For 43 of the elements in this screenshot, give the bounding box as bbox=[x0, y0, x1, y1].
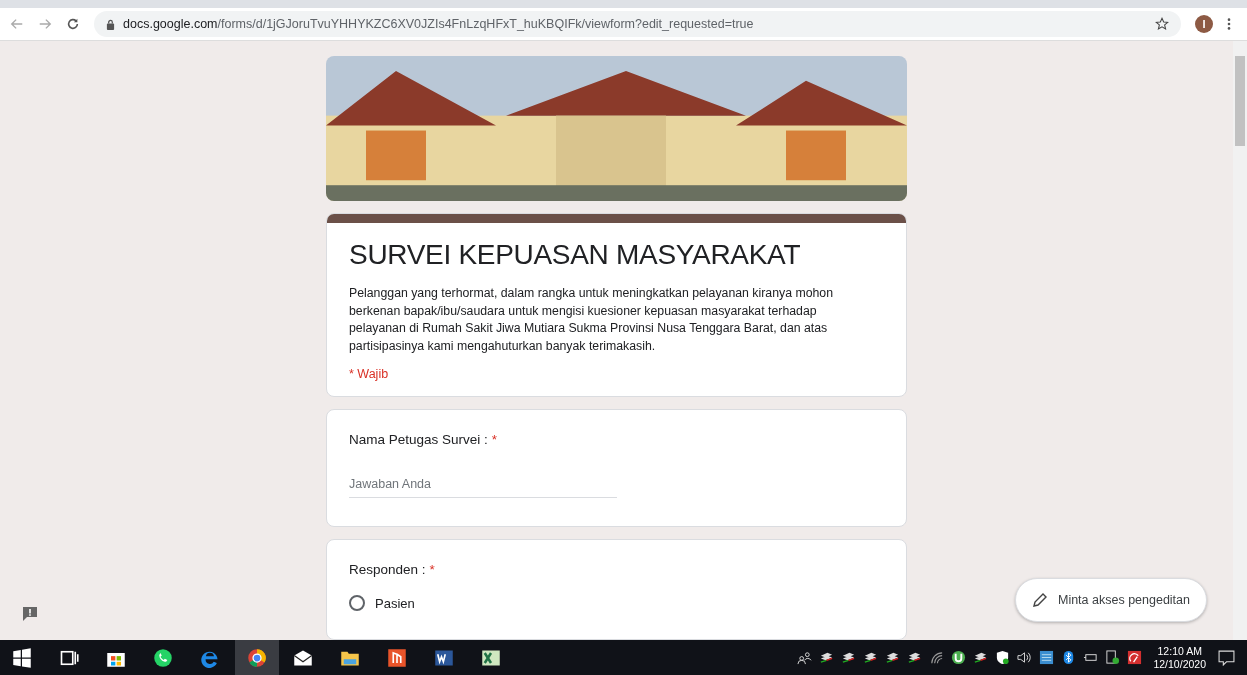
feedback-icon[interactable] bbox=[22, 606, 38, 622]
required-note: * Wajib bbox=[349, 367, 390, 382]
form-title: SURVEI KEPUASAN MASYARAKAT bbox=[349, 239, 802, 272]
form-description: Pelanggan yang terhormat, dalam rangka untuk meningkatkan pelayanan kiranya mohon berkenan bapak/ibu/saudara untuk mengisi kuesioner kepuasan masyarakat terhadap pelayanan di Rumah Sakit Jiwa Mutiara Sukma Provinsi Nusa Tenggara Barat, dan atas partisipasinya kami mengahuturkan banyak terimakasih. bbox=[349, 285, 834, 355]
clock-date: 12/10/2020 bbox=[1153, 657, 1206, 671]
question-label: Responden : * bbox=[349, 562, 436, 577]
network-adapter-icon[interactable] bbox=[863, 650, 879, 665]
people-icon[interactable] bbox=[797, 650, 813, 665]
profile-avatar[interactable]: I bbox=[1195, 15, 1213, 33]
network-adapter-icon[interactable] bbox=[973, 650, 989, 665]
radio-button[interactable] bbox=[349, 595, 365, 611]
request-edit-access-button[interactable]: Minta akses pengeditan bbox=[1014, 578, 1207, 622]
lock-icon bbox=[106, 18, 115, 30]
windows-start-icon[interactable] bbox=[12, 647, 32, 668]
chat-bubble-icon[interactable] bbox=[153, 647, 173, 668]
scrollbar[interactable] bbox=[1233, 41, 1247, 640]
wifi-icon[interactable] bbox=[929, 650, 945, 665]
torrent-icon[interactable] bbox=[951, 650, 967, 665]
notification-icon[interactable] bbox=[1218, 649, 1235, 666]
menu-icon[interactable] bbox=[1227, 17, 1231, 31]
clock-time: 12:10 AM bbox=[1157, 644, 1202, 658]
app-tray-icon[interactable] bbox=[1039, 650, 1055, 665]
star-icon[interactable] bbox=[1155, 17, 1169, 31]
reload-icon[interactable] bbox=[66, 17, 80, 31]
pencil-icon bbox=[1031, 592, 1048, 608]
volume-icon[interactable] bbox=[1017, 650, 1033, 665]
required-asterisk: * bbox=[429, 562, 435, 577]
network-adapter-icon[interactable] bbox=[819, 650, 835, 665]
answer-field[interactable]: Jawaban Anda bbox=[349, 473, 617, 498]
network-adapter-icon[interactable] bbox=[907, 650, 923, 665]
taskbar-clock[interactable]: 12:10 AM 12/10/2020 bbox=[1153, 644, 1206, 671]
chrome-taskbar-button[interactable] bbox=[235, 640, 279, 675]
shield-icon[interactable] bbox=[995, 650, 1011, 665]
antivirus-umbrella-icon[interactable] bbox=[1127, 650, 1143, 665]
question-label: Nama Petugas Survei : * bbox=[349, 432, 499, 447]
circle-browser-icon bbox=[247, 647, 267, 668]
document-app-icon[interactable] bbox=[387, 647, 407, 668]
address-bar[interactable]: docs.google.com/forms/d/1jGJoruTvuYHHYKZC6XV0JZIs4FnLzqHFxT_huKBQIFk/viewform?edit_requested=true bbox=[94, 11, 1181, 37]
document-play-icon[interactable] bbox=[1105, 650, 1121, 665]
required-asterisk: * bbox=[491, 432, 498, 447]
option-label[interactable]: Pasien bbox=[375, 595, 415, 611]
network-adapter-icon[interactable] bbox=[885, 650, 901, 665]
network-adapter-icon[interactable] bbox=[841, 650, 857, 665]
